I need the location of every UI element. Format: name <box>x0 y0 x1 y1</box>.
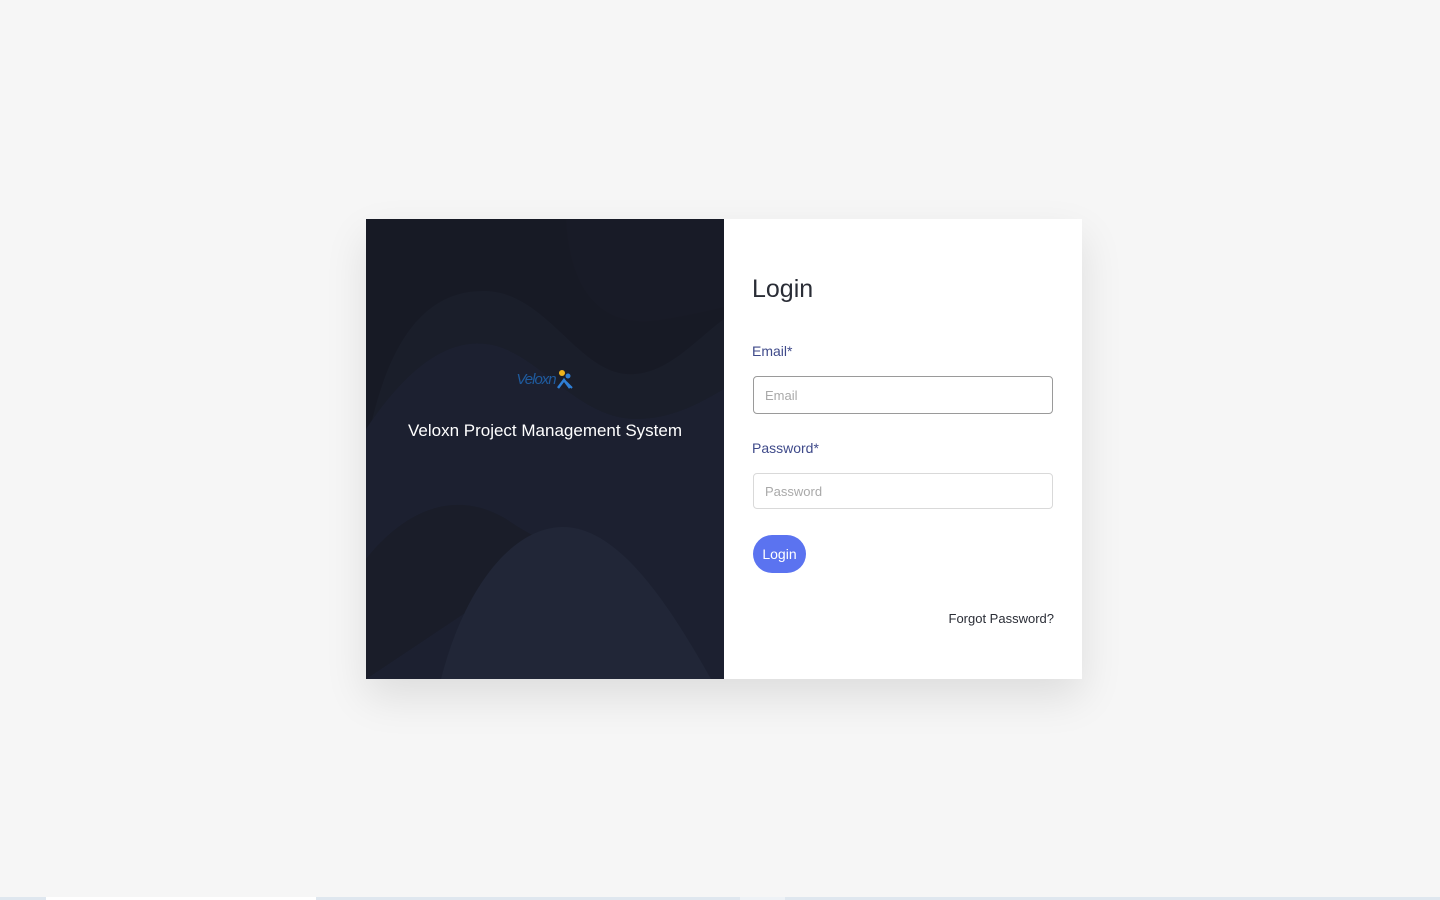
email-input[interactable] <box>753 376 1053 414</box>
decorative-waves <box>366 219 724 679</box>
forgot-password-link[interactable]: Forgot Password? <box>949 611 1055 626</box>
login-form-panel: Login Email* Password* Login Forgot Pass… <box>724 219 1082 679</box>
brand-panel: Veloxn Veloxn Project Management System <box>366 219 724 679</box>
login-title: Login <box>752 275 814 303</box>
brand-block: Veloxn Veloxn Project Management System <box>366 365 724 441</box>
password-input[interactable] <box>753 473 1053 509</box>
login-card: Veloxn Veloxn Project Management System … <box>366 219 1082 679</box>
brand-logo: Veloxn <box>516 365 573 393</box>
brand-tagline: Veloxn Project Management System <box>407 421 683 440</box>
login-button[interactable]: Login <box>753 535 806 573</box>
email-label: Email* <box>752 343 793 359</box>
logo-people-icon <box>556 370 573 389</box>
logo-wordmark: Veloxn <box>516 370 556 388</box>
password-label: Password* <box>752 440 819 456</box>
login-page: Veloxn Veloxn Project Management System … <box>0 0 1440 900</box>
